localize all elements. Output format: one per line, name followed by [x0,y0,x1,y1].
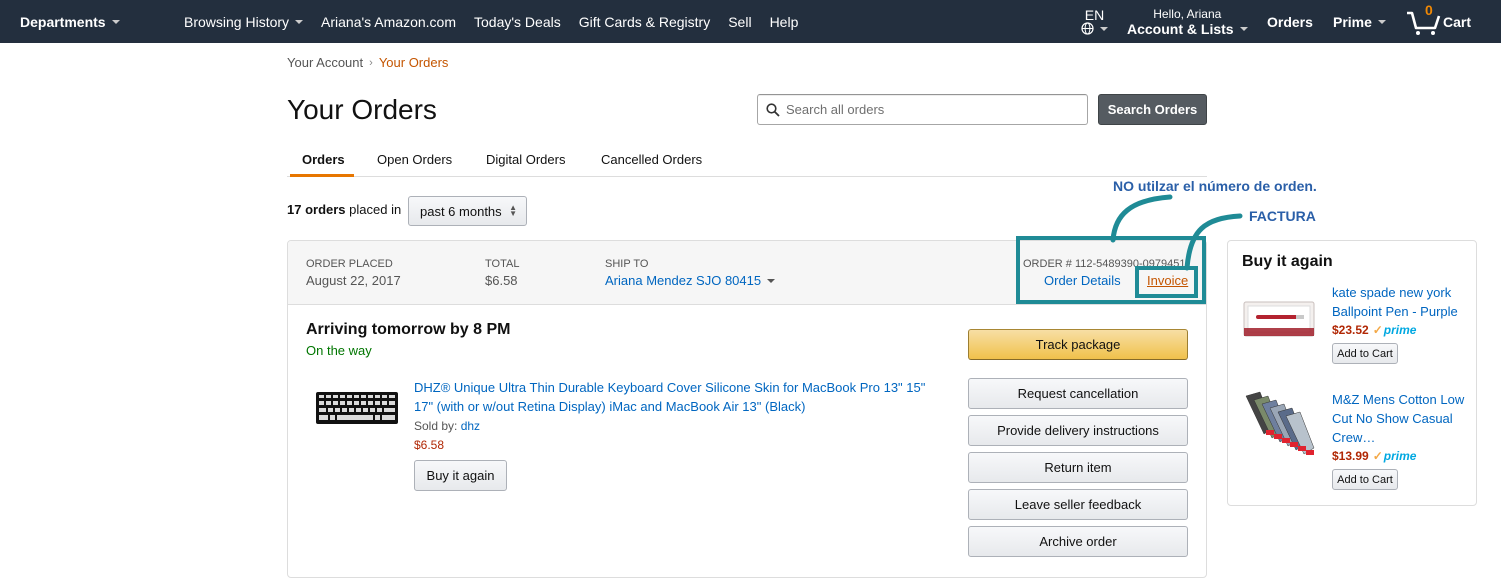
annotation-arrows [1110,194,1243,271]
annotation-arrow-invoice [1184,213,1243,271]
annotation-arrow-order [1110,194,1173,243]
